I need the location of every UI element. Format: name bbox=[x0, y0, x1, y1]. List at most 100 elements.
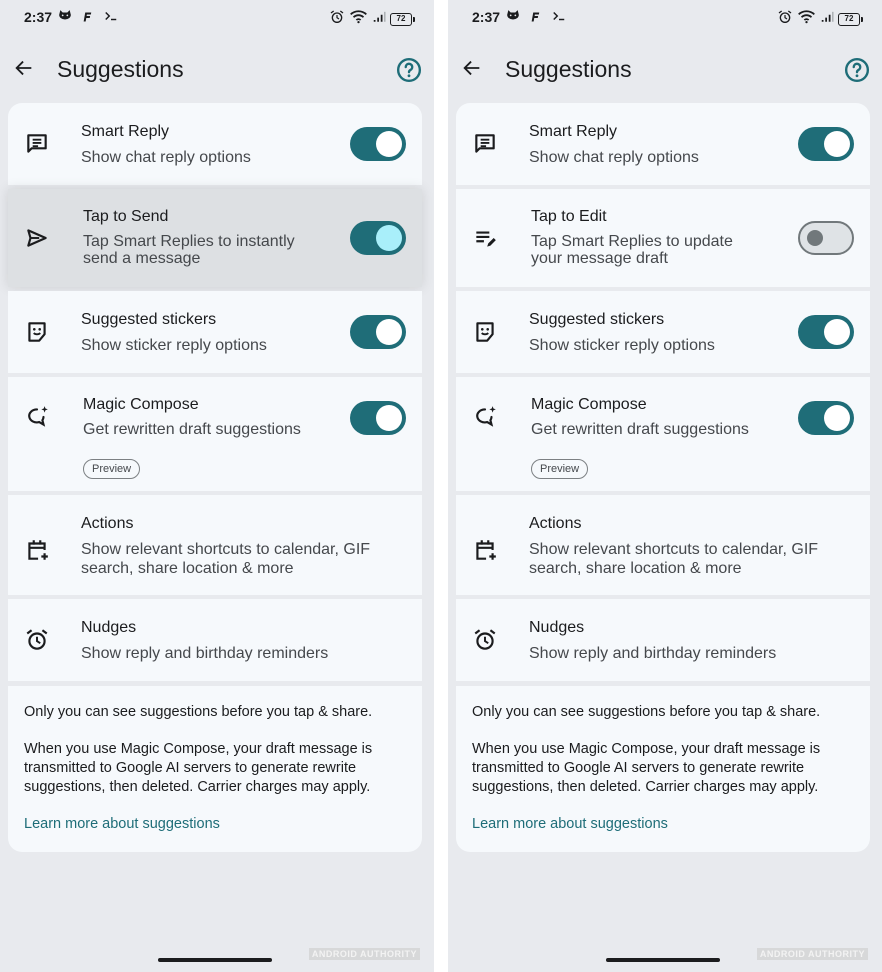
chat-message-icon bbox=[24, 131, 50, 157]
phone-screen-tap-to-send: 2:37 72 Suggestions Smart Reply Show chat re… bbox=[0, 0, 434, 972]
phone-screen-tap-to-edit: 2:37 72 Suggestions Smart Reply Show chat re… bbox=[448, 0, 882, 972]
toggle-knob bbox=[824, 405, 850, 431]
toggle-knob bbox=[376, 225, 402, 251]
setting-description: your message draft bbox=[531, 250, 668, 267]
setting-description: Show chat reply options bbox=[529, 149, 699, 166]
setting-description: Get rewritten draft suggestions bbox=[83, 421, 301, 438]
setting-title: Actions bbox=[81, 515, 134, 532]
setting-row-smart-reply[interactable]: Smart Reply Show chat reply options bbox=[456, 103, 870, 185]
status-bar: 2:37 72 bbox=[448, 0, 882, 36]
setting-description: Get rewritten draft suggestions bbox=[531, 421, 749, 438]
status-time: 2:37 bbox=[24, 9, 53, 25]
setting-row-magic-compose[interactable]: Magic Compose Get rewritten draft suggest… bbox=[456, 377, 870, 491]
setting-row-tap-to-edit[interactable]: Tap to Edit Tap Smart Replies to update yo… bbox=[456, 189, 870, 287]
setting-description: send a message bbox=[83, 250, 201, 267]
setting-row-nudges[interactable]: Nudges Show reply and birthday reminders bbox=[456, 599, 870, 681]
setting-title: Magic Compose bbox=[531, 396, 647, 413]
magic-compose-disclaimer: transmitted to Google AI servers to gene… bbox=[24, 760, 357, 776]
help-button[interactable] bbox=[844, 57, 870, 83]
alarm-clock-icon bbox=[777, 9, 793, 30]
settings-list: Smart Reply Show chat reply options Tap to… bbox=[456, 103, 870, 685]
setting-description: Show relevant shortcuts to calendar, GIF bbox=[529, 541, 819, 558]
cat-face-icon bbox=[506, 9, 520, 28]
status-right-icons: 72 bbox=[329, 8, 415, 30]
suggestions-info-card: Only you can see suggestions before you … bbox=[8, 686, 422, 852]
setting-title: Smart Reply bbox=[81, 123, 170, 140]
sparkle-chat-icon bbox=[24, 404, 50, 430]
setting-row-magic-compose[interactable]: Magic Compose Get rewritten draft suggest… bbox=[8, 377, 422, 491]
comparison-stage: 2:37 72 Suggestions Smart Reply Show chat re… bbox=[0, 0, 882, 972]
settings-list: Smart Reply Show chat reply options Tap to… bbox=[8, 103, 422, 685]
help-circle-icon bbox=[396, 57, 422, 87]
setting-row-smart-reply[interactable]: Smart Reply Show chat reply options bbox=[8, 103, 422, 185]
gesture-navigation-bar[interactable] bbox=[158, 958, 272, 962]
setting-description: Show reply and birthday reminders bbox=[81, 645, 329, 662]
setting-title: Tap to Edit bbox=[531, 208, 607, 225]
magic-compose-disclaimer: When you use Magic Compose, your draft m… bbox=[472, 741, 821, 757]
calendar-add-icon bbox=[472, 537, 498, 563]
setting-title: Smart Reply bbox=[529, 123, 618, 140]
cat-face-icon bbox=[58, 9, 72, 28]
toggle-switch-smart-reply[interactable] bbox=[350, 127, 406, 161]
toggle-switch-tap-to-send[interactable] bbox=[350, 221, 406, 255]
f-letter-icon bbox=[82, 10, 94, 28]
top-app-bar: Suggestions bbox=[0, 48, 434, 92]
preview-chip: Preview bbox=[83, 459, 141, 479]
setting-title: Suggested stickers bbox=[81, 311, 217, 328]
magic-compose-disclaimer: When you use Magic Compose, your draft m… bbox=[24, 741, 373, 757]
setting-description: Show chat reply options bbox=[81, 149, 251, 166]
toggle-knob bbox=[824, 319, 850, 345]
toggle-switch-magic-compose[interactable] bbox=[350, 401, 406, 435]
wifi-icon bbox=[797, 8, 816, 30]
help-circle-icon bbox=[844, 57, 870, 87]
setting-row-actions[interactable]: Actions Show relevant shortcuts to calend… bbox=[456, 495, 870, 595]
signal-icon bbox=[820, 9, 834, 29]
calendar-add-icon bbox=[24, 537, 50, 563]
alarm-clock-icon bbox=[24, 627, 50, 653]
privacy-note: Only you can see suggestions before you … bbox=[24, 704, 373, 720]
learn-more-link[interactable]: Learn more about suggestions bbox=[24, 816, 220, 832]
status-left-icons bbox=[58, 9, 118, 28]
privacy-note: Only you can see suggestions before you … bbox=[472, 704, 821, 720]
page-title: Suggestions bbox=[505, 56, 632, 82]
send-arrow-icon bbox=[24, 225, 50, 251]
status-time: 2:37 bbox=[472, 9, 501, 25]
toggle-knob bbox=[376, 319, 402, 345]
setting-row-tap-to-send[interactable]: Tap to Send Tap Smart Replies to instantl… bbox=[8, 189, 422, 287]
magic-compose-disclaimer: suggestions, then deleted. Carrier charg… bbox=[24, 779, 371, 795]
setting-row-nudges[interactable]: Nudges Show reply and birthday reminders bbox=[8, 599, 422, 681]
setting-row-suggested-stickers[interactable]: Suggested stickers Show sticker reply opt… bbox=[456, 291, 870, 373]
status-right-icons: 72 bbox=[777, 8, 863, 30]
toggle-switch-tap-to-edit[interactable] bbox=[798, 221, 854, 255]
edit-lines-icon bbox=[472, 225, 498, 251]
toggle-switch-suggested-stickers[interactable] bbox=[798, 315, 854, 349]
watermark-logo: ANDROID AUTHORITY bbox=[308, 948, 420, 960]
signal-icon bbox=[372, 9, 386, 29]
toggle-switch-suggested-stickers[interactable] bbox=[350, 315, 406, 349]
setting-description: Show reply and birthday reminders bbox=[529, 645, 777, 662]
battery-icon: 72 bbox=[838, 12, 863, 26]
back-button[interactable] bbox=[10, 56, 38, 84]
magic-compose-disclaimer: suggestions, then deleted. Carrier charg… bbox=[472, 779, 819, 795]
toggle-switch-smart-reply[interactable] bbox=[798, 127, 854, 161]
setting-title: Tap to Send bbox=[83, 208, 169, 225]
toggle-knob bbox=[376, 405, 402, 431]
page-title: Suggestions bbox=[57, 56, 184, 82]
magic-compose-disclaimer: transmitted to Google AI servers to gene… bbox=[472, 760, 805, 776]
setting-row-actions[interactable]: Actions Show relevant shortcuts to calend… bbox=[8, 495, 422, 595]
toggle-switch-magic-compose[interactable] bbox=[798, 401, 854, 435]
setting-title: Magic Compose bbox=[83, 396, 199, 413]
status-left-icons bbox=[506, 9, 566, 28]
learn-more-link[interactable]: Learn more about suggestions bbox=[472, 816, 668, 832]
f-letter-icon bbox=[530, 10, 542, 28]
setting-description: Show sticker reply options bbox=[529, 337, 715, 354]
back-button[interactable] bbox=[458, 56, 486, 84]
gesture-navigation-bar[interactable] bbox=[606, 958, 720, 962]
sparkle-chat-icon bbox=[472, 404, 498, 430]
setting-description: Show relevant shortcuts to calendar, GIF bbox=[81, 541, 371, 558]
setting-row-suggested-stickers[interactable]: Suggested stickers Show sticker reply opt… bbox=[8, 291, 422, 373]
setting-title: Suggested stickers bbox=[529, 311, 665, 328]
setting-title: Nudges bbox=[529, 619, 585, 636]
sticker-smile-icon bbox=[472, 319, 498, 345]
help-button[interactable] bbox=[396, 57, 422, 83]
